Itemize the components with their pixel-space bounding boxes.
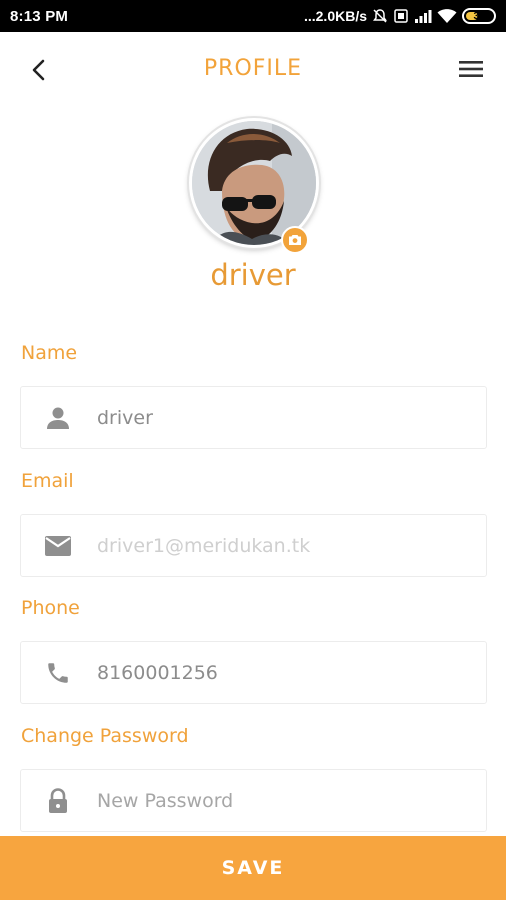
- phone-input[interactable]: [95, 641, 486, 704]
- signal-icon: [414, 8, 432, 24]
- camera-icon: [289, 235, 301, 245]
- name-input[interactable]: [95, 386, 486, 449]
- save-button[interactable]: SAVE: [0, 836, 506, 900]
- phone-field[interactable]: [20, 641, 487, 704]
- mute-alarm-icon: [372, 8, 388, 24]
- sim-icon: [393, 8, 409, 24]
- phone-icon: [21, 641, 95, 704]
- lock-icon: [21, 769, 95, 832]
- change-password-label: Change Password: [21, 725, 189, 747]
- new-password-input[interactable]: [95, 769, 486, 832]
- email-label: Email: [21, 470, 74, 492]
- email-input[interactable]: [95, 514, 486, 577]
- menu-button[interactable]: [456, 54, 486, 84]
- person-icon: [21, 386, 95, 449]
- save-label: SAVE: [221, 857, 285, 879]
- password-field[interactable]: [20, 769, 487, 832]
- display-name: driver: [210, 258, 296, 292]
- name-label: Name: [21, 342, 78, 364]
- network-speed: ...2.0KB/s: [303, 8, 367, 24]
- status-bar: 8:13 PM ...2.0KB/s 33: [0, 0, 506, 32]
- status-icons: ...2.0KB/s 33: [304, 8, 496, 24]
- name-field[interactable]: [20, 386, 487, 449]
- app-header: PROFILE: [0, 32, 506, 104]
- email-field[interactable]: [20, 514, 487, 577]
- mail-icon: [21, 514, 95, 577]
- page-title: PROFILE: [203, 55, 303, 81]
- battery-icon: 33: [462, 8, 496, 24]
- battery-level: 33: [473, 10, 485, 22]
- phone-label: Phone: [21, 597, 80, 619]
- status-time: 8:13 PM: [10, 7, 69, 25]
- chevron-left-icon: [32, 59, 45, 81]
- avatar-container: [189, 118, 319, 254]
- hamburger-menu-icon: [459, 61, 483, 77]
- back-button[interactable]: [24, 56, 52, 84]
- change-photo-button[interactable]: [281, 226, 309, 254]
- wifi-icon: [437, 8, 457, 24]
